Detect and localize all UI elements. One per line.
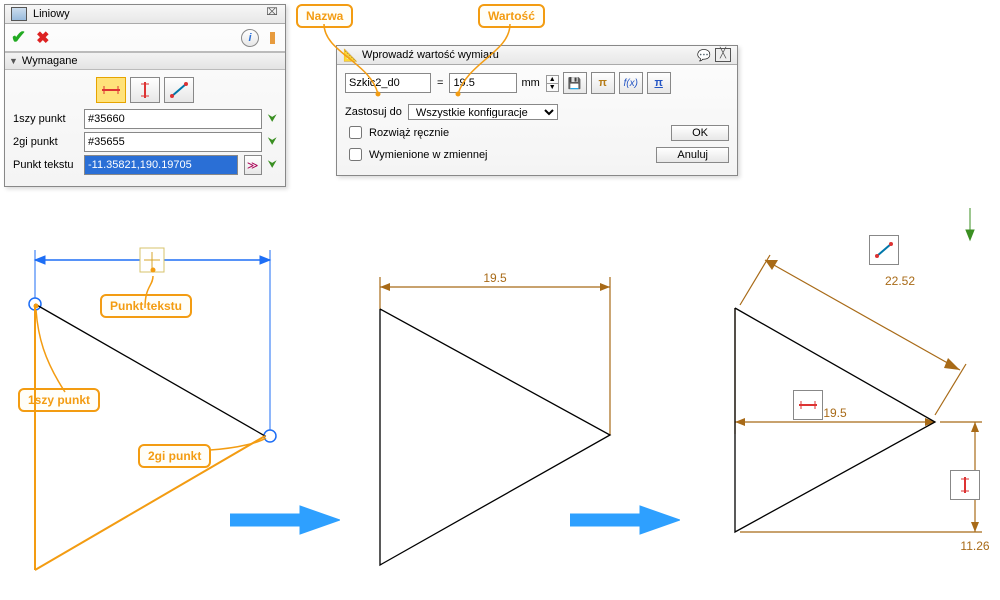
spin-up-icon[interactable]: ▲ (547, 76, 558, 84)
enter-dim-titlebar[interactable]: 📐 Wprowadź wartość wymiaru 💬 ╳ (337, 46, 737, 65)
reject-button[interactable]: ✖ (36, 28, 49, 48)
equals-label: = (435, 77, 445, 89)
dim-value-aligned: 22.52 (885, 274, 915, 288)
linear-title: Liniowy (33, 8, 70, 20)
solve-manual-checkbox[interactable]: Rozwiąż ręcznie (345, 123, 449, 142)
close-icon[interactable]: ╳ (715, 48, 731, 62)
mode-vertical-icon[interactable] (130, 77, 160, 103)
dim-value-middle: 19.5 (483, 271, 507, 285)
mode-linear-icon[interactable] (96, 77, 126, 103)
p2-picker-icon[interactable]: ⮟ (268, 136, 277, 149)
info-icon[interactable]: i (241, 29, 259, 47)
spin-down-icon[interactable]: ▼ (547, 84, 558, 91)
expand-icon[interactable]: ≫ (244, 155, 262, 175)
enter-dim-value-dialog: 📐 Wprowadź wartość wymiaru 💬 ╳ = mm ▲ ▼ … (336, 45, 738, 176)
tool-aligned-icon[interactable] (869, 235, 899, 265)
p1-picker-icon[interactable]: ⮟ (268, 113, 277, 126)
linear-dimension-panel: Liniowy ⌧ ✔ ✖ i Wymagane (4, 4, 286, 187)
blue-arrow-1-icon (230, 500, 340, 540)
dim-value-horizontal: 19.5 (823, 406, 847, 420)
p1-label: 1szy punkt (13, 113, 78, 125)
comment-icon[interactable]: 💬 (693, 49, 715, 62)
pin-icon[interactable] (265, 30, 279, 46)
close-icon[interactable]: ⌧ (265, 8, 279, 20)
sketch-preview-left (10, 240, 310, 600)
pt-label: Punkt tekstu (13, 159, 78, 171)
cancel-button[interactable]: Anuluj (656, 147, 729, 163)
tool-vertical-icon[interactable] (950, 470, 980, 500)
p1-input[interactable] (84, 109, 262, 129)
callout-value: Wartość (478, 4, 545, 28)
callout-name: Nazwa (296, 4, 353, 28)
dim-dialog-icon: 📐 (343, 48, 358, 62)
dim-name-input[interactable] (345, 73, 431, 93)
ok-button[interactable]: OK (671, 125, 729, 141)
sketch-preview-right: 22.52 19.5 11.26 (700, 200, 1000, 600)
p2-label: 2gi punkt (13, 136, 78, 148)
sketch-preview-middle: 19.5 (360, 265, 640, 595)
window-icon (11, 7, 27, 21)
required-section-header[interactable]: Wymagane (5, 52, 285, 70)
pt-input[interactable] (84, 155, 238, 175)
pi-icon[interactable]: π (591, 72, 615, 94)
fx-icon[interactable]: f(x) (619, 72, 643, 94)
dim-unit-label: mm (521, 77, 541, 89)
apply-to-label: Zastosuj do (345, 106, 402, 118)
tool-horizontal-icon[interactable] (793, 390, 823, 420)
pt-picker-icon[interactable]: ⮟ (268, 159, 277, 172)
save-icon[interactable]: 💾 (563, 72, 587, 94)
accept-button[interactable]: ✔ (11, 27, 26, 48)
pi-underline-icon[interactable]: π (647, 72, 671, 94)
dim-value-vertical: 11.26 (960, 539, 989, 553)
dim-value-input[interactable] (449, 73, 517, 93)
mode-aligned-icon[interactable] (164, 77, 194, 103)
apply-to-select[interactable]: Wszystkie konfiguracje (408, 104, 558, 120)
linear-titlebar[interactable]: Liniowy ⌧ (5, 5, 285, 24)
named-var-checkbox[interactable]: Wymienione w zmiennej (345, 145, 488, 164)
p2-input[interactable] (84, 132, 262, 152)
enter-dim-title: Wprowadź wartość wymiaru (362, 49, 499, 61)
